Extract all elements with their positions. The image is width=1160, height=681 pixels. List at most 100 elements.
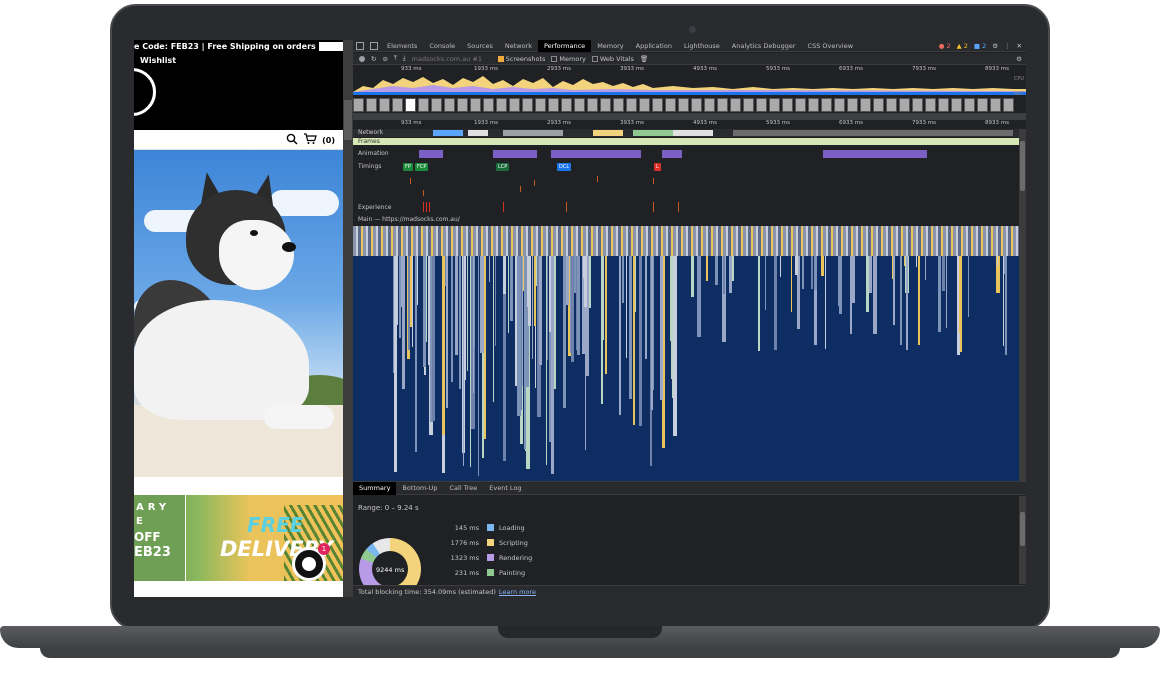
flame-event[interactable] [915,256,917,268]
screenshot-thumb[interactable] [561,98,572,112]
promo-banner[interactable]: ARY E OFF EB23 FREE DELIVERY 1 [134,495,343,581]
flame-event[interactable] [903,256,906,267]
tab-memory[interactable]: Memory [591,40,629,52]
flame-event[interactable] [732,256,734,282]
flame-event[interactable] [462,256,465,466]
screenshot-thumb[interactable] [613,98,624,112]
flame-event[interactable] [673,256,677,436]
main-thread-flame[interactable] [353,226,1019,481]
flame-event[interactable] [466,256,468,371]
memory-checkbox[interactable]: Memory [551,55,586,63]
flame-event[interactable] [795,256,799,276]
flame-event[interactable] [510,256,513,321]
flame-event[interactable] [584,256,588,307]
details-scrollbar[interactable] [1019,496,1026,584]
flame-event[interactable] [431,256,435,279]
flame-event[interactable] [814,256,818,291]
flame-event[interactable] [801,256,804,289]
screenshot-thumb[interactable] [392,98,403,112]
screenshot-thumb[interactable] [483,98,494,112]
flame-event[interactable] [697,256,702,337]
wishlist-link[interactable]: Wishlist [140,56,176,65]
flame-event[interactable] [629,256,632,399]
flame-event[interactable] [605,256,608,375]
timing-marker-lcp[interactable]: LCP [496,163,510,171]
screenshot-thumb[interactable] [743,98,754,112]
flame-event[interactable] [458,256,462,390]
screenshot-thumb[interactable] [548,98,559,112]
timing-marker-load[interactable]: L [654,163,661,171]
screenshot-thumb[interactable] [834,98,845,112]
flame-event[interactable] [416,256,419,305]
tab-call-tree[interactable]: Call Tree [444,482,484,495]
screenshot-thumb[interactable] [431,98,442,112]
screenshot-thumb[interactable] [691,98,702,112]
flame-event[interactable] [996,256,999,267]
screenshot-thumb[interactable] [951,98,962,112]
flame-event[interactable] [603,256,605,340]
flame-event[interactable] [394,256,397,472]
tab-performance[interactable]: Performance [537,40,592,52]
animation-bar[interactable] [823,150,927,158]
screenshot-thumb[interactable] [938,98,949,112]
flame-event[interactable] [893,256,895,325]
flame-event[interactable] [729,256,733,293]
more-icon[interactable]: ⋮ [1004,42,1011,50]
flame-event[interactable] [401,256,405,389]
screenshot-thumb[interactable] [574,98,585,112]
network-track[interactable] [353,129,1026,137]
flame-event[interactable] [538,256,543,365]
web-vitals-checkbox[interactable]: Web Vitals [591,55,634,63]
message-count[interactable]: ■ 2 [974,42,986,50]
screenshot-thumb[interactable] [457,98,468,112]
flame-event[interactable] [714,256,719,286]
close-icon[interactable]: ✕ [1017,42,1022,50]
screenshot-thumb[interactable] [964,98,975,112]
learn-more-link[interactable]: Learn more [499,588,536,596]
screenshot-thumb[interactable] [925,98,936,112]
timing-marker-dcl[interactable]: DCL [557,163,572,171]
download-icon[interactable]: ⤓ [403,54,406,63]
upload-icon[interactable]: ⤒ [394,54,397,63]
tab-bottom-up[interactable]: Bottom-Up [396,482,443,495]
flame-event[interactable] [967,256,970,318]
flame-event[interactable] [779,256,782,278]
screenshot-thumb[interactable] [990,98,1001,112]
flame-event[interactable] [619,256,621,415]
experience-track-label[interactable]: Experience [358,204,391,211]
flame-event[interactable] [865,256,870,313]
tab-event-log[interactable]: Event Log [483,482,527,495]
flame-event[interactable] [644,256,647,359]
flame-event[interactable] [811,256,813,289]
flame-event[interactable] [851,256,855,304]
flame-event[interactable] [431,256,435,421]
flame-event[interactable] [409,256,412,328]
main-thread-label[interactable]: Main — https://madsocks.com.au/ [358,216,460,223]
flame-event[interactable] [442,256,445,436]
timing-marker-fcp[interactable]: FCP [415,163,429,171]
flame-event[interactable] [659,256,664,400]
tab-network[interactable]: Network [499,40,538,52]
screenshot-thumb[interactable] [678,98,689,112]
screenshot-thumb[interactable] [665,98,676,112]
screenshot-thumb[interactable] [509,98,520,112]
screenshot-thumb[interactable] [795,98,806,112]
flame-event[interactable] [824,256,827,349]
tab-application[interactable]: Application [630,40,678,52]
flame-event[interactable] [478,256,480,476]
flame-event[interactable] [527,256,532,327]
flame-event[interactable] [521,256,523,386]
screenshot-thumb[interactable] [366,98,377,112]
screenshot-thumb[interactable] [821,98,832,112]
screenshot-thumb[interactable] [470,98,481,112]
flame-event[interactable] [706,256,708,281]
flame-event[interactable] [571,256,574,363]
reload-icon[interactable]: ↻ [371,55,376,63]
flame-event[interactable] [758,256,761,351]
animation-track-label[interactable]: Animation [358,150,389,157]
flame-event[interactable] [470,256,472,468]
screenshots-checkbox[interactable]: Screenshots [497,55,545,63]
flame-event[interactable] [517,256,521,417]
screenshot-thumb[interactable] [860,98,871,112]
flame-event[interactable] [625,256,628,359]
